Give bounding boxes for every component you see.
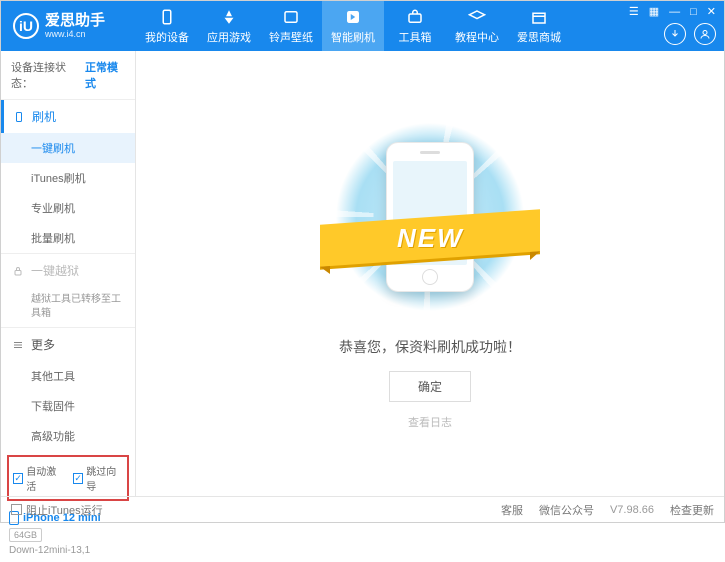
- nav-flash[interactable]: 智能刷机: [322, 1, 384, 51]
- success-illustration: NEW: [330, 117, 530, 317]
- sidebar-item-pro[interactable]: 专业刷机: [1, 193, 135, 223]
- sidebar-item-other[interactable]: 其他工具: [1, 361, 135, 391]
- maximize-button[interactable]: □: [690, 6, 697, 18]
- footer-wechat[interactable]: 微信公众号: [539, 502, 594, 518]
- device-model: Down-12mini-13,1: [9, 545, 127, 556]
- success-message: 恭喜您，保资料刷机成功啦！: [339, 337, 521, 357]
- nav-label: 铃声壁纸: [269, 29, 313, 45]
- tutorial-icon: [468, 8, 486, 26]
- checkbox-group-highlighted: ✓自动激活 ✓跳过向导: [7, 455, 129, 501]
- logo-area: iU 爱思助手 www.i4.cn: [1, 13, 136, 39]
- wallpaper-icon: [282, 8, 300, 26]
- section-flash[interactable]: 刷机: [1, 100, 135, 133]
- nav-tutorial[interactable]: 教程中心: [446, 1, 508, 51]
- user-button[interactable]: [694, 23, 716, 45]
- phone-small-icon: [12, 110, 26, 124]
- nav-label: 应用游戏: [207, 29, 251, 45]
- checkbox-skip-guide[interactable]: ✓跳过向导: [73, 463, 123, 493]
- view-log-link[interactable]: 查看日志: [408, 414, 452, 430]
- app-logo-icon: iU: [13, 13, 39, 39]
- nav-toolbox[interactable]: 工具箱: [384, 1, 446, 51]
- footer-service[interactable]: 客服: [501, 502, 523, 518]
- close-button[interactable]: ✕: [707, 5, 716, 18]
- chk-label: 自动激活: [26, 463, 63, 493]
- section-more[interactable]: 更多: [1, 328, 135, 361]
- device-capacity: 64GB: [9, 528, 42, 542]
- apps-icon: [220, 8, 238, 26]
- section-jailbreak: 一键越狱: [1, 254, 135, 287]
- footer-version: V7.98.66: [610, 504, 654, 516]
- window-controls: ☰ ▦ — □ ✕: [629, 5, 716, 18]
- checkbox-block-itunes[interactable]: 阻止iTunes运行: [11, 502, 103, 518]
- lock-icon: [11, 264, 25, 278]
- settings-icon[interactable]: ☰: [629, 5, 639, 18]
- nav-label: 教程中心: [455, 29, 499, 45]
- minimize-button[interactable]: —: [669, 6, 680, 18]
- sidebar-item-firmware[interactable]: 下载固件: [1, 391, 135, 421]
- main-content: NEW 恭喜您，保资料刷机成功啦！ 确定 查看日志: [136, 51, 724, 496]
- sidebar: 设备连接状态： 正常模式 刷机 一键刷机 iTunes刷机 专业刷机 批量刷机 …: [1, 51, 136, 496]
- app-name: 爱思助手: [45, 13, 105, 28]
- nav-label: 我的设备: [145, 29, 189, 45]
- phone-icon: [158, 8, 176, 26]
- nav-store[interactable]: 爱思商城: [508, 1, 570, 51]
- section-title: 一键越狱: [31, 262, 79, 279]
- chk-label: 跳过向导: [86, 463, 123, 493]
- sidebar-item-itunes[interactable]: iTunes刷机: [1, 163, 135, 193]
- sidebar-item-advanced[interactable]: 高级功能: [1, 421, 135, 451]
- sidebar-item-oneclick[interactable]: 一键刷机: [1, 133, 135, 163]
- section-title: 刷机: [32, 108, 56, 125]
- nav-my-device[interactable]: 我的设备: [136, 1, 198, 51]
- nav-label: 智能刷机: [331, 29, 375, 45]
- store-icon: [530, 8, 548, 26]
- ok-button[interactable]: 确定: [389, 371, 471, 402]
- toolbox-icon: [406, 8, 424, 26]
- conn-label: 设备连接状态：: [11, 59, 81, 91]
- nav-label: 爱思商城: [517, 29, 561, 45]
- section-title: 更多: [31, 336, 55, 353]
- jailbreak-note: 越狱工具已转移至工具箱: [1, 287, 135, 327]
- sidebar-item-batch[interactable]: 批量刷机: [1, 223, 135, 253]
- list-icon: [11, 338, 25, 352]
- nav-label: 工具箱: [399, 29, 432, 45]
- titlebar: iU 爱思助手 www.i4.cn 我的设备 应用游戏 铃声壁纸 智能刷机 工具…: [1, 1, 724, 51]
- download-button[interactable]: [664, 23, 686, 45]
- connection-status: 设备连接状态： 正常模式: [1, 51, 135, 99]
- footer-label: 阻止iTunes运行: [26, 502, 103, 518]
- footer: 阻止iTunes运行 客服 微信公众号 V7.98.66 检查更新: [1, 496, 724, 522]
- app-url: www.i4.cn: [45, 30, 105, 39]
- skin-icon[interactable]: ▦: [649, 5, 659, 18]
- footer-check-update[interactable]: 检查更新: [670, 502, 714, 518]
- checkbox-auto-activate[interactable]: ✓自动激活: [13, 463, 63, 493]
- nav-apps[interactable]: 应用游戏: [198, 1, 260, 51]
- flash-icon: [344, 8, 362, 26]
- conn-mode: 正常模式: [85, 59, 125, 91]
- nav-ringtone[interactable]: 铃声壁纸: [260, 1, 322, 51]
